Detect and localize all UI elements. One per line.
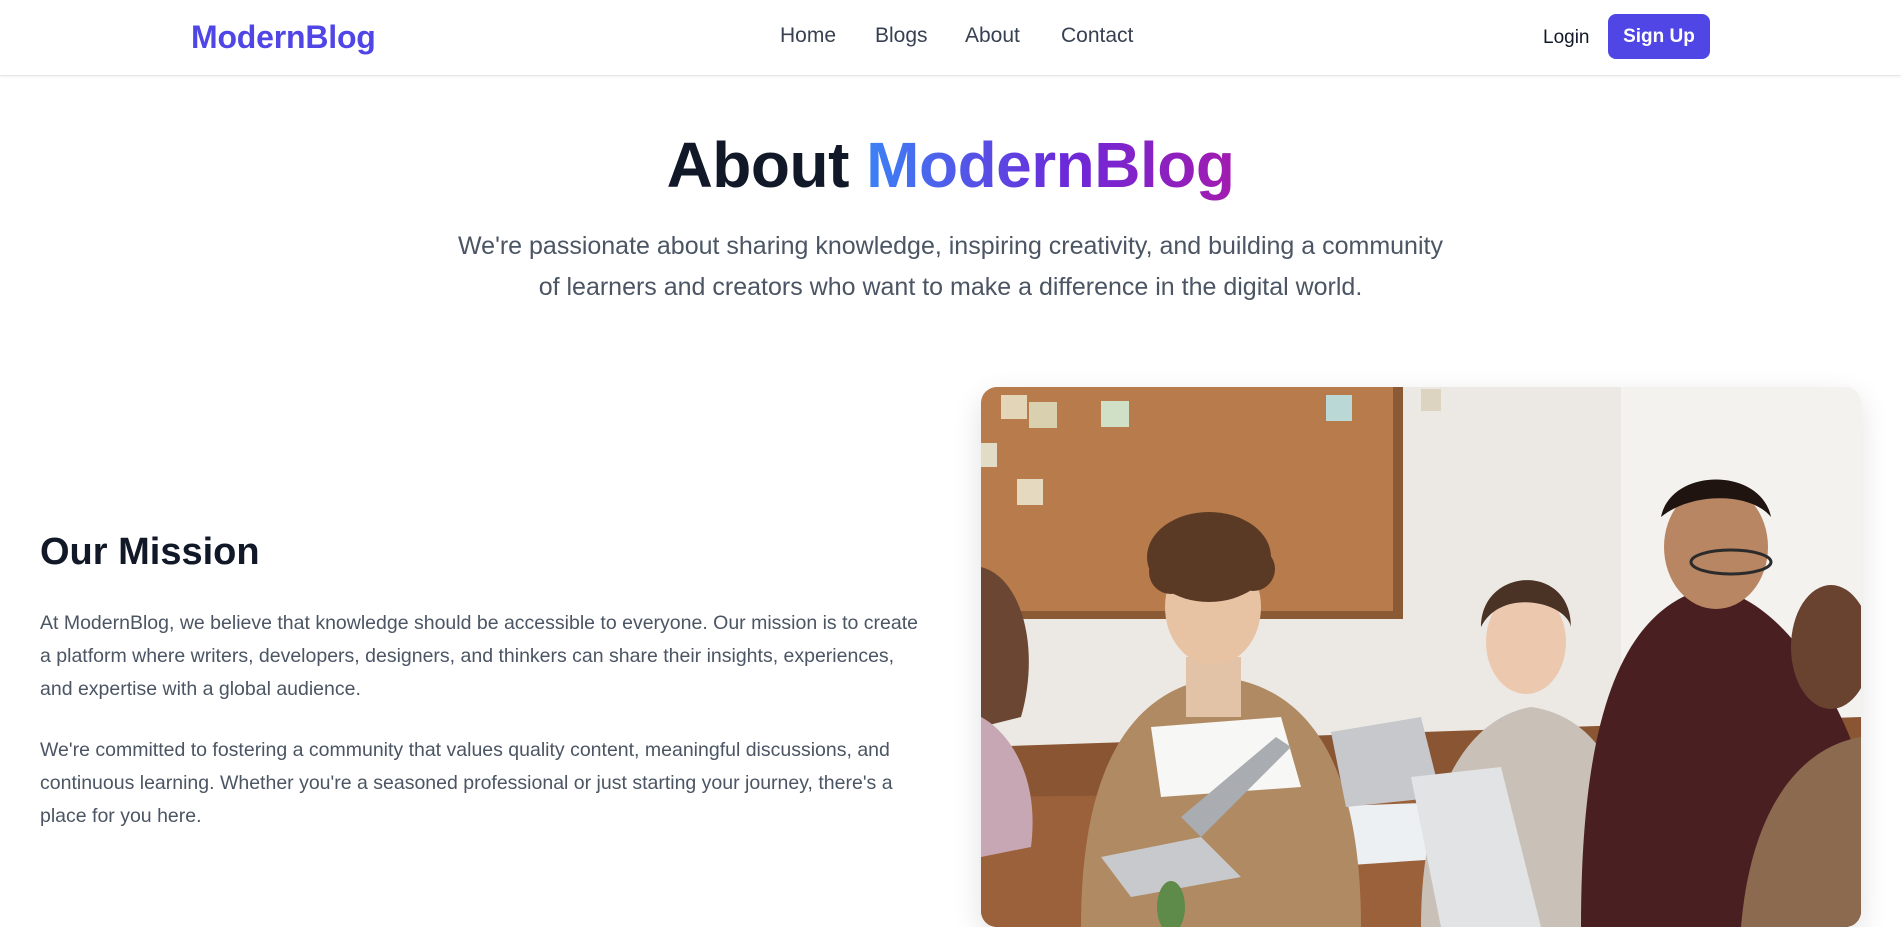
mission-heading: Our Mission (40, 531, 260, 573)
navbar: ModernBlog Home Blogs About Contact Logi… (0, 0, 1901, 76)
team-meeting-photo (981, 387, 1861, 927)
mission-paragraph-2: We're committed to fostering a community… (40, 739, 893, 827)
nav-link-about[interactable]: About (965, 24, 1020, 48)
signup-button[interactable]: Sign Up (1608, 14, 1710, 59)
mission-paragraph-1: At ModernBlog, we believe that knowledge… (40, 612, 918, 700)
nav-link-home[interactable]: Home (780, 24, 836, 48)
page-title-prefix: About (666, 129, 850, 201)
page-subtitle: We're passionate about sharing knowledge… (458, 232, 1443, 301)
nav-link-blogs[interactable]: Blogs (875, 24, 928, 48)
page-title-accent: ModernBlog (866, 129, 1235, 201)
team-meeting-illustration (981, 387, 1861, 927)
nav-link-contact[interactable]: Contact (1061, 24, 1133, 48)
page-title: About ModernBlog (0, 128, 1901, 202)
login-link[interactable]: Login (1543, 27, 1590, 49)
